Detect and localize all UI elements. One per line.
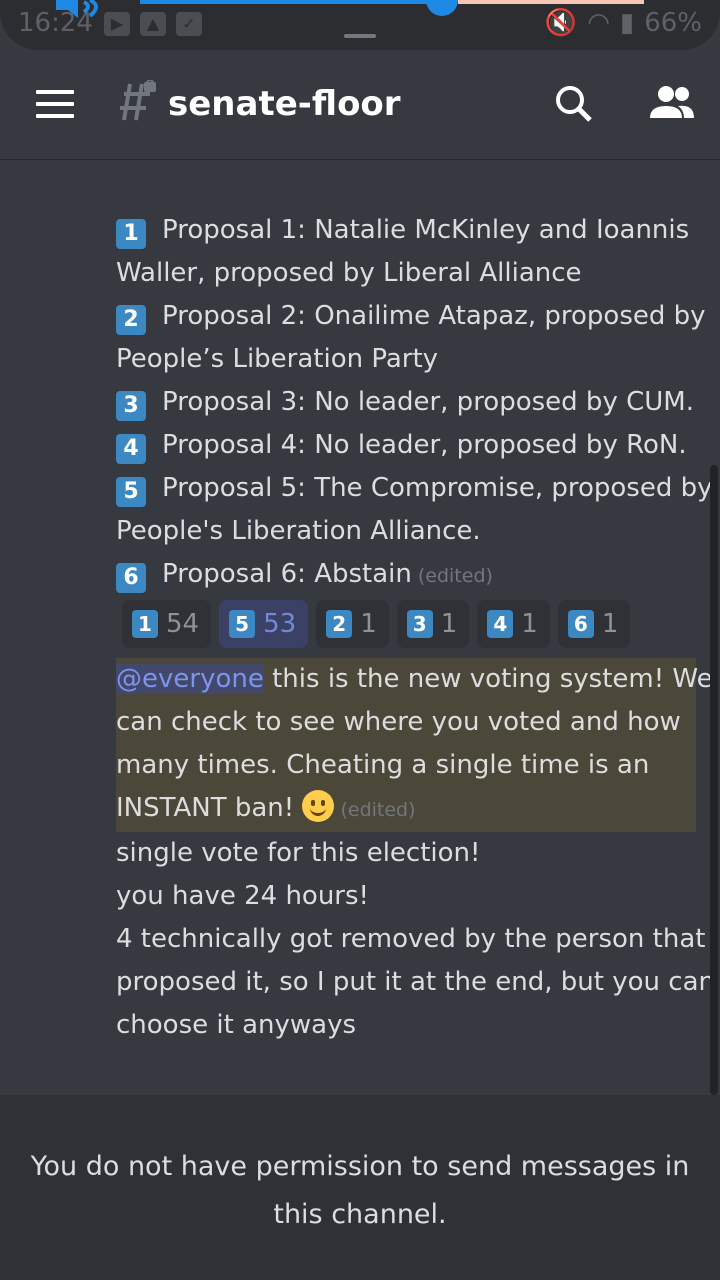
keycap-4-icon: 4 — [487, 610, 514, 638]
message-line: 4 technically got removed by the person … — [116, 924, 706, 954]
proposal-line-cont: Waller, proposed by Liberal Alliance — [116, 258, 582, 288]
proposal-line-cont: People's Liberation Alliance. — [116, 516, 481, 546]
reaction-count: 1 — [601, 608, 619, 639]
battery-level: 66% — [644, 8, 702, 38]
status-bar: 16:24 ▶ ▲ ✓ 🔇 ◠ ▮ 66% — [0, 0, 720, 50]
keycap-2-icon: 2 — [116, 305, 146, 335]
edited-label: (edited) — [340, 799, 416, 821]
volume-slider-thumb[interactable] — [426, 0, 458, 16]
search-icon[interactable] — [554, 84, 594, 124]
keycap-6-icon: 6 — [116, 563, 146, 593]
slight-smile-icon — [302, 790, 335, 822]
proposal-line: 5 Proposal 5: The Compromise, proposed by — [116, 467, 713, 510]
reaction-count: 54 — [166, 608, 200, 639]
channel-header: senate-floor — [0, 50, 720, 160]
everyone-mention[interactable]: @everyone — [116, 664, 264, 694]
status-right: 🔇 ◠ ▮ 66% — [545, 8, 702, 38]
keycap-1-icon: 1 — [116, 219, 146, 249]
proposal-line: 1 Proposal 1: Natalie McKinley and Ioanni… — [116, 209, 706, 252]
reaction-bar: 1 54 5 53 21 31 41 61 — [122, 600, 706, 650]
gallery-icon: ▲ — [140, 12, 166, 36]
volume-slider-track[interactable] — [140, 0, 440, 4]
locked-channel-icon — [120, 80, 156, 121]
proposal-line: 4 Proposal 4: No leader, proposed by RoN. — [116, 424, 706, 467]
mute-icon: 🔇 — [544, 8, 578, 38]
reaction-count: 1 — [440, 608, 458, 639]
proposal-line-cont: People’s Liberation Party — [116, 344, 439, 374]
menu-button[interactable] — [36, 90, 76, 120]
reaction-6[interactable]: 61 — [557, 600, 631, 648]
reaction-count: 53 — [263, 608, 297, 639]
reaction-3[interactable]: 31 — [396, 600, 470, 648]
no-permission-footer: You do not have permission to send messa… — [0, 1095, 720, 1280]
keycap-5-icon: 5 — [116, 477, 146, 507]
reaction-count: 1 — [521, 608, 538, 639]
volume-slider-rest — [458, 0, 644, 4]
reaction-4[interactable]: 41 — [477, 600, 550, 648]
message-list[interactable]: 1 Proposal 1: Natalie McKinley and Ioanni… — [0, 161, 720, 1095]
reaction-5[interactable]: 5 53 — [219, 600, 309, 648]
drag-handle[interactable] — [344, 34, 376, 38]
reaction-1[interactable]: 1 54 — [122, 600, 212, 648]
check-icon: ✓ — [176, 12, 202, 36]
message-content: 1 Proposal 1: Natalie McKinley and Ioanni… — [116, 209, 715, 1047]
keycap-3-icon: 3 — [116, 391, 146, 421]
youtube-icon: ▶ — [104, 12, 130, 36]
menu-icon — [36, 90, 74, 94]
message-line: single vote for this election! — [116, 838, 481, 868]
wifi-icon: ◠ — [587, 8, 610, 38]
keycap-4-icon: 4 — [116, 434, 146, 464]
members-icon[interactable] — [648, 84, 696, 124]
keycap-3-icon: 3 — [406, 610, 433, 638]
proposal-line: 6 Proposal 6: Abstain (edited) — [116, 553, 706, 598]
reaction-2[interactable]: 21 — [316, 600, 389, 648]
channel-name: senate-floor — [168, 84, 401, 124]
keycap-1-icon: 1 — [132, 610, 158, 638]
message-line: proposed it, so I put it at the end, but… — [116, 967, 715, 997]
keycap-6-icon: 6 — [567, 610, 594, 638]
keycap-2-icon: 2 — [326, 610, 353, 638]
mention-highlight: @everyone this is the new voting system!… — [116, 658, 713, 832]
scrollbar[interactable] — [710, 465, 718, 1095]
proposal-line: 2 Proposal 2: Onailime Atapaz, proposed b… — [116, 295, 706, 338]
message-line: choose it anyways — [116, 1010, 357, 1040]
edited-label: (edited) — [417, 565, 493, 587]
signal-icon: ▮ — [619, 8, 635, 38]
volume-icon — [56, 0, 98, 18]
notification-icons: ▶ ▲ ✓ — [104, 12, 202, 36]
keycap-5-icon: 5 — [229, 610, 256, 638]
reaction-count: 1 — [360, 608, 377, 639]
no-permission-text: You do not have permission to send messa… — [30, 1151, 690, 1230]
proposal-line: 3 Proposal 3: No leader, proposed by CUM. — [116, 381, 706, 424]
message-line: you have 24 hours! — [116, 881, 369, 911]
